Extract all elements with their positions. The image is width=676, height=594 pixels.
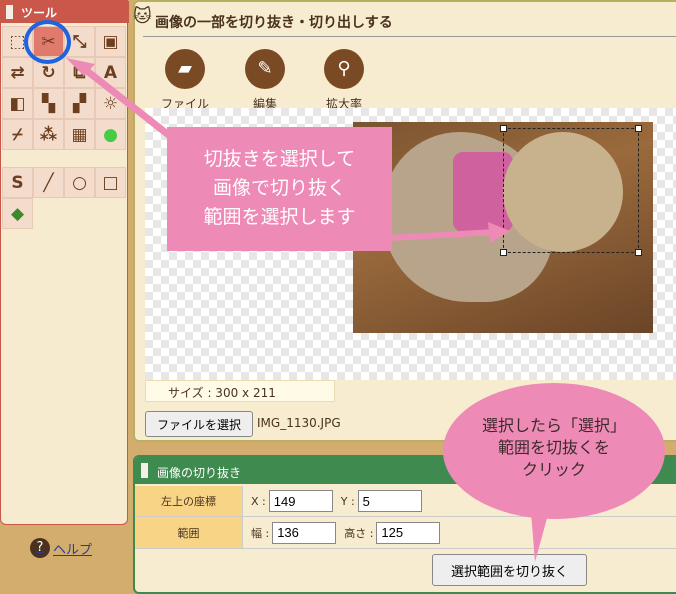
callout-text: 切抜きを選択して 画像で切り抜く 範囲を選択します [203,148,356,228]
arrow-to-scissors [79,64,178,143]
arrow-to-selection [389,229,496,241]
bubble-text: 選択したら「選択」 範囲を切抜くを クリック [481,416,626,479]
highlight-ring [24,20,71,64]
instruction-callout: 切抜きを選択して 画像で切り抜く 範囲を選択します [167,127,392,251]
instruction-bubble: 選択したら「選択」 範囲を切抜くを クリック [443,383,665,519]
arrow-head-icon [488,222,510,243]
